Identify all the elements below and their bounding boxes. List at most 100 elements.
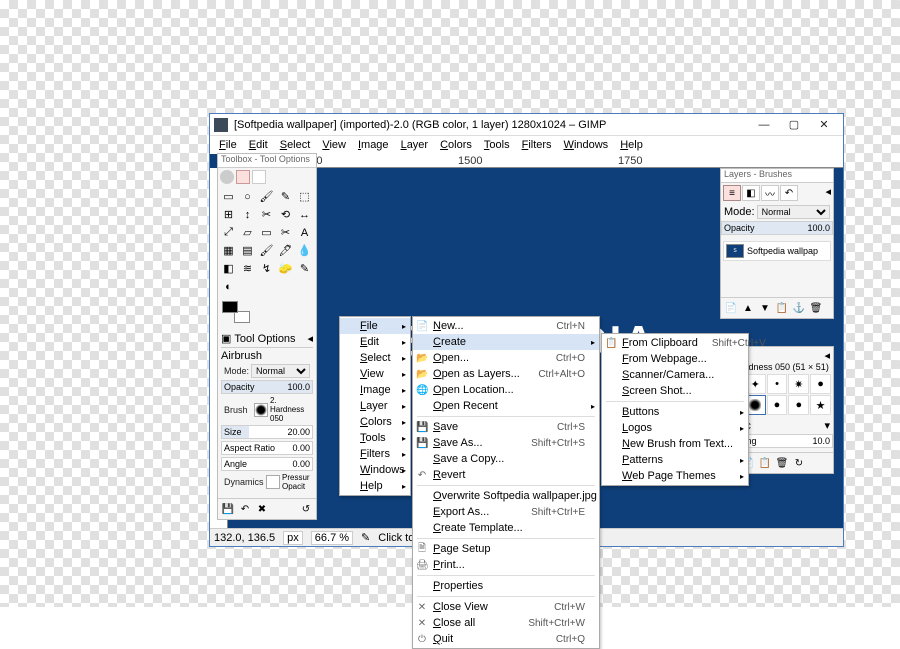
duplicate-layer-icon[interactable]: 📋 xyxy=(775,301,789,315)
tool-button[interactable]: ✂ xyxy=(277,224,294,241)
layers-dock[interactable]: Layers - Brushes ≡ ◧ 〰 ↶ ◂ Mode: Normal … xyxy=(720,168,834,319)
tool-button[interactable]: ▤ xyxy=(239,242,256,259)
undo-tab[interactable]: ↶ xyxy=(780,185,798,201)
duplicate-brush-icon[interactable]: 📋 xyxy=(758,456,772,470)
size-slider[interactable]: Size 20.00 xyxy=(221,425,313,439)
tool-button[interactable]: 🖌 xyxy=(258,188,275,205)
menu-item[interactable]: Colors▸ xyxy=(340,414,410,430)
refresh-brush-icon[interactable]: ↻ xyxy=(792,456,806,470)
submenu-file[interactable]: 📄New...Ctrl+NCreate▸📂Open...Ctrl+O📂Open … xyxy=(412,316,600,649)
menu-item[interactable]: 🗎Page Setup xyxy=(413,541,599,557)
layer-mode-select[interactable]: Normal xyxy=(757,205,830,219)
tool-button[interactable]: ⊞ xyxy=(220,206,237,223)
layers-header[interactable]: Layers - Brushes xyxy=(721,169,833,183)
layers-tab[interactable]: ≡ xyxy=(723,185,741,201)
channels-tab[interactable]: ◧ xyxy=(742,185,760,201)
tool-button[interactable]: ◧ xyxy=(220,260,237,277)
layer-row[interactable]: S Softpedia wallpap xyxy=(723,241,831,261)
delete-preset-icon[interactable]: ✖ xyxy=(255,502,269,516)
menu-item[interactable]: 🌐Open Location... xyxy=(413,382,599,398)
color-swatch[interactable] xyxy=(218,297,316,327)
menu-item[interactable]: 📋From ClipboardShift+Ctrl+V xyxy=(602,335,748,351)
menu-item[interactable]: View▸ xyxy=(340,366,410,382)
menu-edit[interactable]: Edit xyxy=(244,138,273,152)
tool-button[interactable]: ◐ xyxy=(220,278,237,295)
layer-opacity-slider[interactable]: Opacity 100.0 xyxy=(721,221,833,235)
menu-item[interactable]: Export As...Shift+Ctrl+E xyxy=(413,504,599,520)
dynamics-preview[interactable] xyxy=(266,475,280,489)
opacity-slider[interactable]: Opacity 100.0 xyxy=(221,380,313,394)
raise-layer-icon[interactable]: ▲ xyxy=(741,301,755,315)
menu-item[interactable]: Patterns▸ xyxy=(602,452,748,468)
menu-view[interactable]: View xyxy=(317,138,351,152)
menu-item[interactable]: Scanner/Camera... xyxy=(602,367,748,383)
tool-button[interactable]: ✎ xyxy=(277,188,294,205)
tool-button[interactable]: ↔ xyxy=(296,206,313,223)
delete-layer-icon[interactable]: 🗑 xyxy=(809,301,823,315)
menu-item[interactable]: Windows▸ xyxy=(340,462,410,478)
new-layer-icon[interactable]: 📄 xyxy=(724,301,738,315)
menu-help[interactable]: Help xyxy=(615,138,648,152)
tool-button[interactable]: ⬚ xyxy=(296,188,313,205)
menu-item[interactable]: Select▸ xyxy=(340,350,410,366)
toolbox-header[interactable]: Toolbox - Tool Options xyxy=(218,154,316,168)
menu-item[interactable]: Edit▸ xyxy=(340,334,410,350)
angle-slider[interactable]: Angle 0.00 xyxy=(221,457,313,471)
menu-item[interactable]: Logos▸ xyxy=(602,420,748,436)
tool-button[interactable]: ↯ xyxy=(258,260,275,277)
menu-item[interactable]: 🖨Print... xyxy=(413,557,599,573)
menu-item[interactable]: ✕Close ViewCtrl+W xyxy=(413,599,599,615)
menu-item[interactable]: File▸ xyxy=(340,318,410,334)
menu-item[interactable]: 💾Save As...Shift+Ctrl+S xyxy=(413,435,599,451)
tool-button[interactable]: ⤢ xyxy=(220,224,237,241)
menu-item[interactable]: New Brush from Text... xyxy=(602,436,748,452)
menu-item[interactable]: Overwrite Softpedia wallpaper.jpg xyxy=(413,488,599,504)
toolbox-dock[interactable]: Toolbox - Tool Options ▭○🖌✎⬚⊞↕✂⟲↔⤢▱▭✂A▦▤… xyxy=(217,153,317,520)
brush-item[interactable]: • xyxy=(767,374,788,394)
tab-icon[interactable] xyxy=(252,170,266,184)
menu-item[interactable]: 💾SaveCtrl+S xyxy=(413,419,599,435)
menu-item[interactable]: Open Recent▸ xyxy=(413,398,599,414)
brush-item[interactable]: ● xyxy=(810,374,831,394)
menu-item[interactable]: Filters▸ xyxy=(340,446,410,462)
tool-button[interactable]: 🖌 xyxy=(258,242,275,259)
delete-brush-icon[interactable]: 🗑 xyxy=(775,456,789,470)
brush-item[interactable]: ★ xyxy=(810,395,831,415)
tool-options-header[interactable]: ▣ Tool Options ◂ xyxy=(221,330,313,348)
brush-item[interactable]: ● xyxy=(788,395,809,415)
menu-item[interactable]: Tools▸ xyxy=(340,430,410,446)
tool-button[interactable]: ✎ xyxy=(296,260,313,277)
tool-button[interactable]: ↕ xyxy=(239,206,256,223)
menu-item[interactable]: 📂Open as Layers...Ctrl+Alt+O xyxy=(413,366,599,382)
menu-tools[interactable]: Tools xyxy=(479,138,515,152)
menu-item[interactable]: Layer▸ xyxy=(340,398,410,414)
menu-item[interactable]: Create Template... xyxy=(413,520,599,536)
lower-layer-icon[interactable]: ▼ xyxy=(758,301,772,315)
menu-select[interactable]: Select xyxy=(275,138,316,152)
menu-file[interactable]: File xyxy=(214,138,242,152)
menu-item[interactable]: Save a Copy... xyxy=(413,451,599,467)
menu-item[interactable]: Web Page Themes▸ xyxy=(602,468,748,484)
save-preset-icon[interactable]: 💾 xyxy=(221,502,235,516)
tab-icon[interactable] xyxy=(236,170,250,184)
tool-button[interactable]: A xyxy=(296,224,313,241)
tool-button[interactable]: ▱ xyxy=(239,224,256,241)
aspect-slider[interactable]: Aspect Ratio 0.00 xyxy=(221,441,313,455)
restore-preset-icon[interactable]: ↶ xyxy=(238,502,252,516)
menu-item[interactable]: Properties xyxy=(413,578,599,594)
tool-button[interactable]: ⟲ xyxy=(277,206,294,223)
maximize-button[interactable]: ▢ xyxy=(779,115,809,135)
menu-filters[interactable]: Filters xyxy=(517,138,557,152)
tool-button[interactable]: 🖊 xyxy=(277,242,294,259)
dock-menu-icon[interactable]: ◂ xyxy=(824,349,830,362)
menu-colors[interactable]: Colors xyxy=(435,138,477,152)
ruler-horizontal[interactable]: 1250 1500 1750 xyxy=(228,154,843,168)
dock-menu-icon[interactable]: ◂ xyxy=(825,185,831,201)
blend-mode-select[interactable]: Normal xyxy=(251,364,310,378)
menu-item[interactable]: Screen Shot... xyxy=(602,383,748,399)
minimize-button[interactable]: — xyxy=(749,115,779,135)
anchor-layer-icon[interactable]: ⚓ xyxy=(792,301,806,315)
menu-item[interactable]: Buttons▸ xyxy=(602,404,748,420)
brush-preview[interactable] xyxy=(254,403,268,417)
menu-item[interactable]: 📄New...Ctrl+N xyxy=(413,318,599,334)
